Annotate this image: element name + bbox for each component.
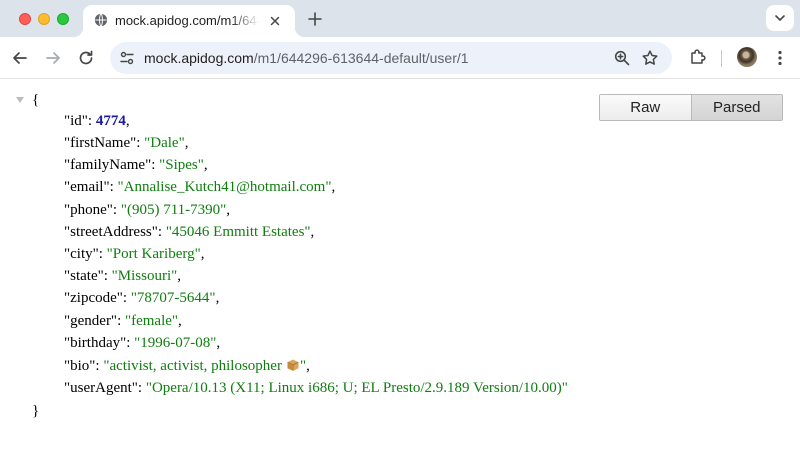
- chevron-down-icon: [775, 15, 785, 21]
- json-key: "email": [64, 179, 110, 195]
- globe-icon: [94, 13, 108, 27]
- json-row-familyname: "familyName": "Sipes",: [64, 157, 208, 173]
- json-value: "78707-5644": [130, 290, 216, 306]
- json-value: "Port Kariberg": [106, 246, 201, 262]
- json-row-gender: "gender": "female",: [64, 313, 182, 329]
- arrow-right-icon[interactable]: [43, 48, 63, 68]
- kebab-icon[interactable]: [770, 48, 790, 68]
- browser-toolbar: mock.apidog.com/m1/644296-613644-default…: [0, 37, 800, 79]
- json-row-city: "city": "Port Kariberg",: [64, 246, 205, 262]
- json-row-state: "state": "Missouri",: [64, 268, 181, 284]
- json-row-zipcode: "zipcode": "78707-5644",: [64, 290, 220, 306]
- zoom-icon[interactable]: [613, 49, 631, 67]
- json-key: "id": [64, 113, 88, 129]
- json-row-birthday: "birthday": "1996-07-08",: [64, 335, 221, 351]
- tab-search-button[interactable]: [766, 5, 794, 31]
- address-bar[interactable]: mock.apidog.com/m1/644296-613644-default…: [110, 42, 672, 74]
- raw-parsed-toggle: Raw Parsed: [599, 94, 783, 121]
- json-key: "phone": [64, 202, 113, 218]
- minimize-window-button[interactable]: [38, 13, 50, 25]
- new-tab-plus-icon[interactable]: [305, 9, 325, 29]
- star-icon[interactable]: [641, 49, 659, 67]
- json-row-id: "id": 4774,: [64, 113, 130, 129]
- json-value: "activist, activist, philosopher: [103, 358, 282, 374]
- json-value: "1996-07-08": [134, 335, 217, 351]
- zoom-window-button[interactable]: [57, 13, 69, 25]
- json-key: "firstName": [64, 135, 137, 151]
- json-key: "familyName": [64, 157, 152, 173]
- json-row-bio: "bio": "activist, activist, philosopher "…: [64, 358, 310, 374]
- raw-button[interactable]: Raw: [600, 95, 691, 120]
- json-value: "female": [124, 313, 179, 329]
- json-row-firstname: "firstName": "Dale",: [64, 135, 189, 151]
- puzzle-icon[interactable]: [688, 47, 708, 67]
- json-value: "Annalise_Kutch41@hotmail.com": [117, 179, 332, 195]
- json-key: "birthday": [64, 335, 127, 351]
- json-value: "Sipes": [159, 157, 204, 173]
- json-row-phone: "phone": "(905) 711-7390",: [64, 202, 231, 218]
- json-value: "Missouri": [111, 268, 178, 284]
- browser-tab[interactable]: mock.apidog.com/m1/644296-613644-default…: [73, 5, 305, 37]
- url-text[interactable]: mock.apidog.com/m1/644296-613644-default…: [144, 50, 469, 66]
- avatar[interactable]: [737, 47, 757, 67]
- tab-title: mock.apidog.com/m1/644296-613644-default…: [115, 13, 259, 28]
- json-value: "(905) 711-7390": [120, 202, 227, 218]
- close-brace: }: [32, 403, 40, 419]
- json-value: "Opera/10.13 (X11; Linux i686; U; EL Pre…: [145, 380, 568, 396]
- json-key: "state": [64, 268, 104, 284]
- json-key: "gender": [64, 313, 118, 329]
- arrow-left-icon[interactable]: [10, 48, 30, 68]
- url-host: mock.apidog.com: [144, 50, 254, 66]
- toolbar-divider: [721, 50, 722, 67]
- json-value: "45046 Emmitt Estates": [165, 224, 311, 240]
- json-row-streetaddress: "streetAddress": "45046 Emmitt Estates",: [64, 224, 315, 240]
- close-window-button[interactable]: [19, 13, 31, 25]
- collapse-triangle-icon[interactable]: [15, 96, 25, 104]
- json-key: "userAgent": [64, 380, 138, 396]
- box-icon: [287, 359, 299, 371]
- json-value: 4774: [95, 113, 126, 129]
- tab-strip: mock.apidog.com/m1/644296-613644-default…: [0, 0, 800, 37]
- json-key: "bio": [64, 358, 96, 374]
- json-key: "zipcode": [64, 290, 123, 306]
- json-viewer: { "id": 4774, "firstName": "Dale", "fami…: [0, 80, 800, 473]
- json-row-useragent: "userAgent": "Opera/10.13 (X11; Linux i6…: [64, 380, 568, 396]
- json-key: "streetAddress": [64, 224, 158, 240]
- tune-icon[interactable]: [119, 50, 135, 66]
- parsed-button[interactable]: Parsed: [690, 95, 782, 120]
- json-value: "Dale": [144, 135, 185, 151]
- json-row-email: "email": "Annalise_Kutch41@hotmail.com",: [64, 179, 336, 195]
- reload-icon[interactable]: [76, 48, 96, 68]
- close-icon[interactable]: [266, 12, 284, 30]
- json-key: "city": [64, 246, 99, 262]
- url-path: /m1/644296-613644-default/user/1: [253, 50, 469, 66]
- open-brace: {: [32, 92, 40, 108]
